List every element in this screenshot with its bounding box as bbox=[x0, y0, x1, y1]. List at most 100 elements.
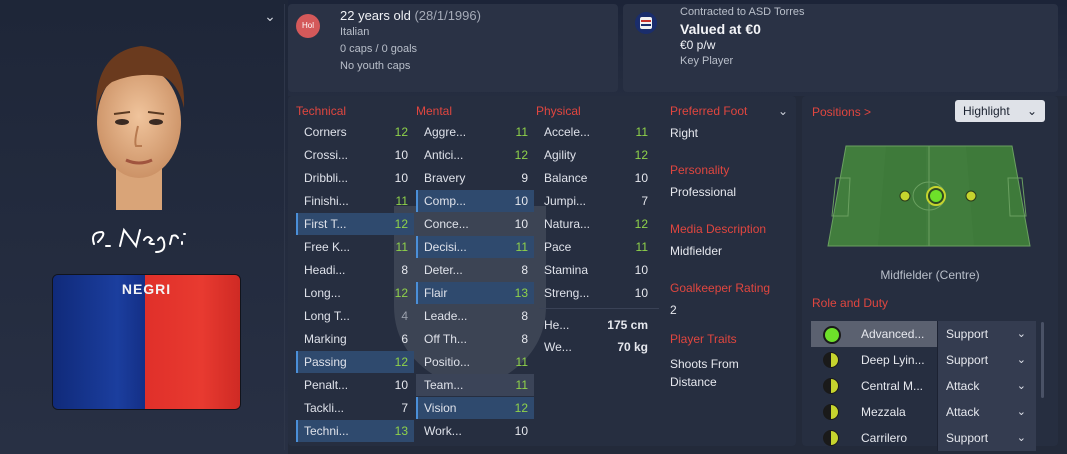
attribute-label: Crossi... bbox=[304, 148, 349, 162]
chevron-down-icon: ⌄ bbox=[1016, 380, 1026, 392]
chevron-down-icon[interactable]: ⌄ bbox=[778, 104, 788, 118]
duty-label: Attack bbox=[946, 405, 980, 419]
attribute-label: Positio... bbox=[424, 355, 471, 369]
mental-attribute-row[interactable]: Comp... 10 bbox=[416, 190, 534, 212]
mental-attribute-row[interactable]: Bravery 9 bbox=[416, 167, 534, 189]
chevron-down-icon: ⌄ bbox=[1016, 328, 1026, 340]
preferred-foot-label: Preferred Foot bbox=[670, 104, 748, 118]
attribute-value: 11 bbox=[515, 378, 528, 392]
mental-attribute-row[interactable]: Flair 13 bbox=[416, 282, 534, 304]
physical-attribute-row[interactable]: Stamina 10 bbox=[536, 259, 654, 281]
mental-attribute-row[interactable]: Conce... 10 bbox=[416, 213, 534, 235]
nation-badge-icon[interactable]: Hol bbox=[296, 14, 320, 38]
attribute-label: Long... bbox=[304, 286, 341, 300]
attribute-value: 11 bbox=[395, 240, 408, 254]
mental-attribute-row[interactable]: Positio... 11 bbox=[416, 351, 534, 373]
chevron-down-icon: ⌄ bbox=[1016, 354, 1026, 366]
squad-status: Key Player bbox=[680, 55, 734, 67]
duty-dropdown[interactable]: Support ⌄ bbox=[937, 425, 1036, 451]
attribute-label: Vision bbox=[424, 401, 457, 415]
attribute-label: Free K... bbox=[304, 240, 351, 254]
attribute-value: 11 bbox=[395, 194, 408, 208]
duty-dropdown[interactable]: Attack ⌄ bbox=[937, 399, 1036, 425]
attribute-label: Stamina bbox=[544, 263, 589, 277]
technical-attribute-row[interactable]: Techni... 13 bbox=[296, 420, 414, 442]
height-label: He... bbox=[544, 318, 570, 332]
technical-attribute-row[interactable]: Penalt... 10 bbox=[296, 374, 414, 396]
physical-attribute-row[interactable]: Pace 11 bbox=[536, 236, 654, 258]
mental-attribute-row[interactable]: Antici... 12 bbox=[416, 144, 534, 166]
technical-attribute-row[interactable]: First T... 12 bbox=[296, 213, 414, 235]
attribute-label: Long T... bbox=[304, 309, 350, 323]
positions-link[interactable]: Positions > bbox=[812, 105, 871, 119]
physical-attribute-row[interactable]: Jumpi... 7 bbox=[536, 190, 654, 212]
player-wage: €0 p/w bbox=[680, 38, 716, 52]
role-list-scrollbar[interactable] bbox=[1041, 322, 1044, 398]
contract-club: Contracted to ASD Torres bbox=[680, 6, 805, 18]
role-row[interactable]: Carrilero Support ⌄ bbox=[811, 425, 1036, 451]
technical-attribute-row[interactable]: Long T... 4 bbox=[296, 305, 414, 327]
attribute-label: Dribbli... bbox=[304, 171, 349, 185]
role-name: Mezzala bbox=[861, 405, 906, 419]
role-suitability-icon bbox=[823, 404, 839, 420]
torres-crest-icon[interactable] bbox=[635, 12, 657, 34]
role-row[interactable]: Deep Lyin... Support ⌄ bbox=[811, 347, 1036, 373]
role-row[interactable]: Mezzala Attack ⌄ bbox=[811, 399, 1036, 425]
technical-attribute-row[interactable]: Passing 12 bbox=[296, 351, 414, 373]
attribute-value: 10 bbox=[634, 171, 648, 185]
role-suitability-icon bbox=[823, 430, 839, 446]
attribute-label: Work... bbox=[424, 424, 462, 438]
technical-attribute-row[interactable]: Tackli... 7 bbox=[296, 397, 414, 419]
role-duty-header: Role and Duty bbox=[812, 296, 889, 310]
technical-attribute-row[interactable]: Dribbli... 10 bbox=[296, 167, 414, 189]
role-name: Advanced... bbox=[861, 327, 925, 341]
attribute-value: 11 bbox=[515, 125, 528, 139]
duty-dropdown[interactable]: Support ⌄ bbox=[937, 347, 1036, 373]
technical-attribute-row[interactable]: Free K... 11 bbox=[296, 236, 414, 258]
attribute-value: 12 bbox=[394, 355, 408, 369]
mental-attribute-row[interactable]: Leade... 8 bbox=[416, 305, 534, 327]
attribute-label: Corners bbox=[304, 125, 347, 139]
duty-dropdown[interactable]: Support ⌄ bbox=[937, 321, 1036, 347]
chevron-down-icon[interactable]: ⌄ bbox=[262, 8, 278, 24]
attribute-value: 12 bbox=[514, 148, 528, 162]
attribute-value: 10 bbox=[514, 194, 528, 208]
role-row[interactable]: Central M... Attack ⌄ bbox=[811, 373, 1036, 399]
technical-attribute-row[interactable]: Marking 6 bbox=[296, 328, 414, 350]
technical-attribute-row[interactable]: Corners 12 bbox=[296, 121, 414, 143]
mental-attribute-row[interactable]: Decisi... 11 bbox=[416, 236, 534, 258]
player-trait-line-1: Shoots From bbox=[670, 357, 739, 371]
technical-attribute-row[interactable]: Crossi... 10 bbox=[296, 144, 414, 166]
technical-attribute-row[interactable]: Long... 12 bbox=[296, 282, 414, 304]
role-name: Central M... bbox=[861, 379, 924, 393]
physical-attribute-row[interactable]: Streng... 10 bbox=[536, 282, 654, 304]
physical-attribute-row[interactable]: Natura... 12 bbox=[536, 213, 654, 235]
preferred-foot-value: Right bbox=[670, 126, 699, 140]
mental-attribute-row[interactable]: Aggre... 11 bbox=[416, 121, 534, 143]
mental-attribute-row[interactable]: Vision 12 bbox=[416, 397, 534, 419]
weight-label: We... bbox=[544, 340, 572, 354]
mental-attribute-row[interactable]: Work... 10 bbox=[416, 420, 534, 442]
attribute-value: 4 bbox=[401, 309, 408, 323]
role-row[interactable]: Advanced... Support ⌄ bbox=[811, 321, 1036, 347]
attribute-label: Conce... bbox=[424, 217, 469, 231]
mental-attribute-row[interactable]: Deter... 8 bbox=[416, 259, 534, 281]
attribute-label: Passing bbox=[304, 355, 347, 369]
caps-goals: 0 caps / 0 goals bbox=[340, 43, 418, 55]
highlight-dropdown[interactable]: Highlight ⌄ bbox=[955, 100, 1045, 122]
date-of-birth: (28/1/1996) bbox=[414, 8, 481, 23]
mental-header: Mental bbox=[416, 104, 453, 118]
physical-divider bbox=[539, 308, 659, 309]
duty-dropdown[interactable]: Attack ⌄ bbox=[937, 373, 1036, 399]
technical-attribute-row[interactable]: Finishi... 11 bbox=[296, 190, 414, 212]
attribute-label: Techni... bbox=[304, 424, 349, 438]
physical-attribute-row[interactable]: Balance 10 bbox=[536, 167, 654, 189]
physical-attribute-row[interactable]: Accele... 11 bbox=[536, 121, 654, 143]
attribute-label: Leade... bbox=[424, 309, 468, 323]
attribute-label: Headi... bbox=[304, 263, 346, 277]
mental-attribute-row[interactable]: Off Th... 8 bbox=[416, 328, 534, 350]
attribute-label: Antici... bbox=[424, 148, 464, 162]
physical-attribute-row[interactable]: Agility 12 bbox=[536, 144, 654, 166]
mental-attribute-row[interactable]: Team... 11 bbox=[416, 374, 534, 396]
technical-attribute-row[interactable]: Headi... 8 bbox=[296, 259, 414, 281]
